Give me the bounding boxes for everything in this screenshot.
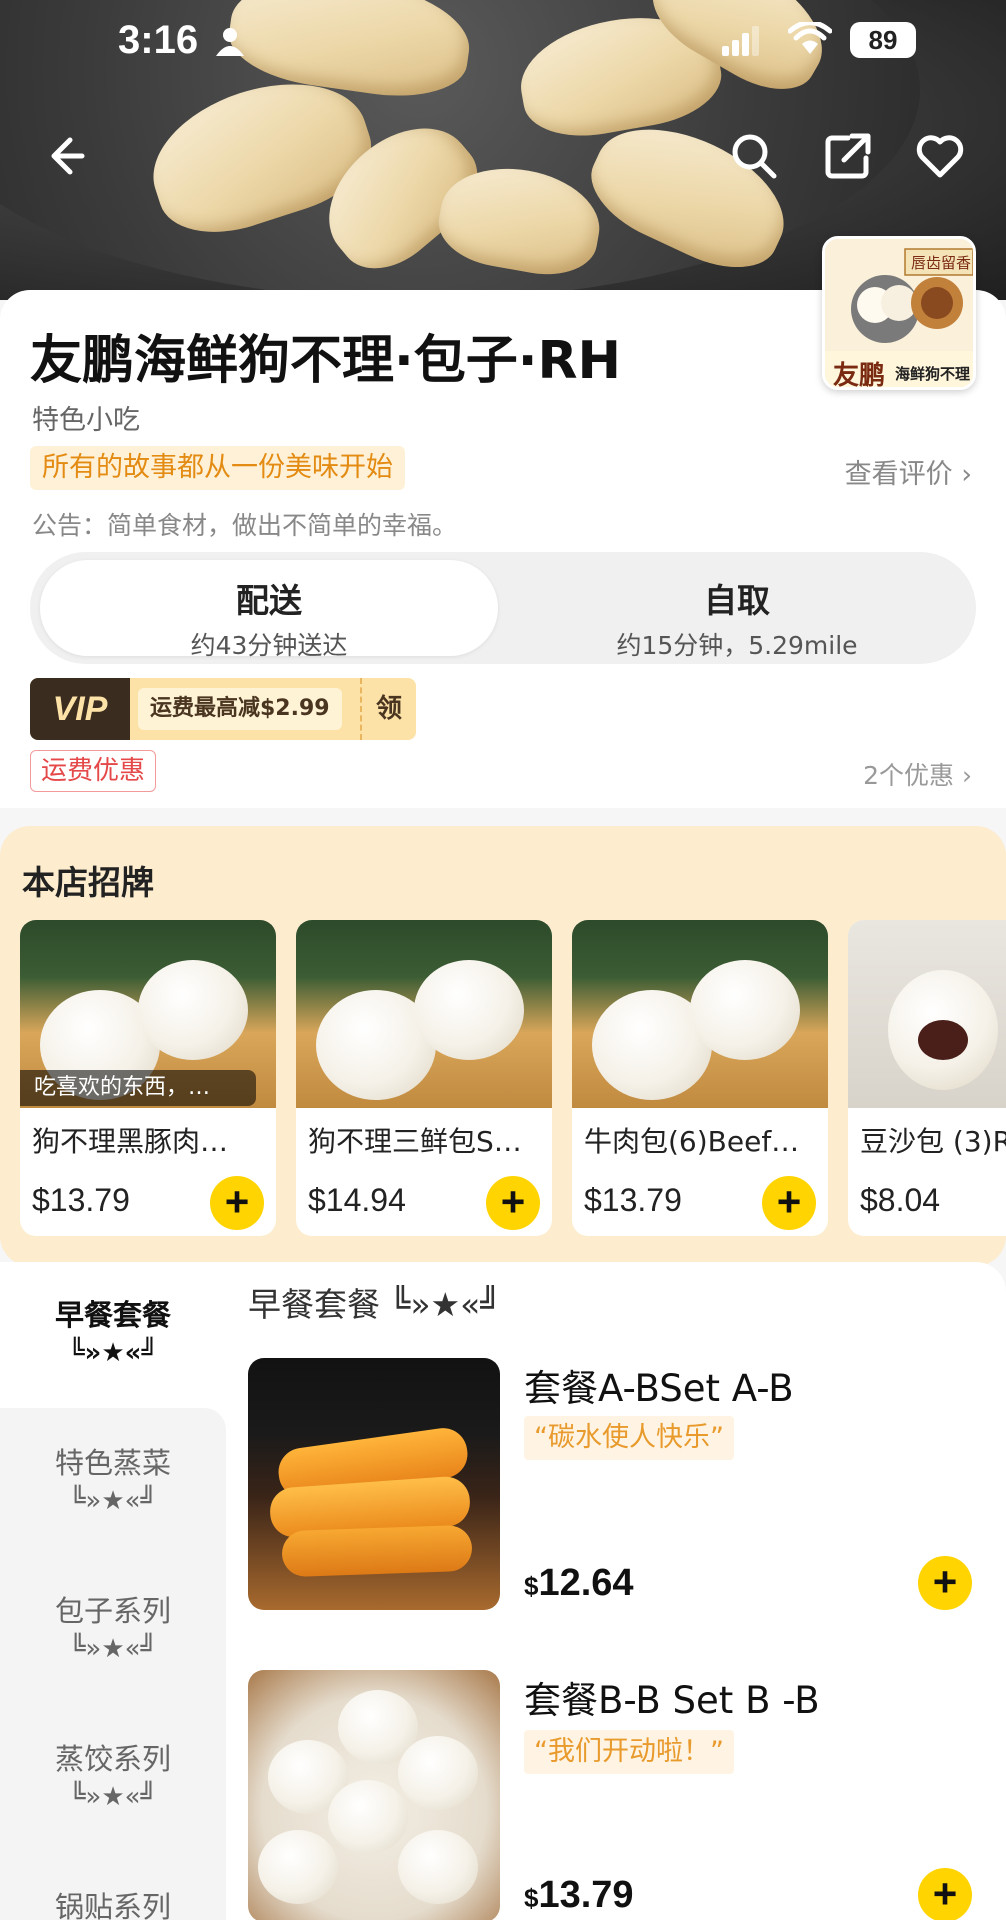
status-bar: 3:16 89 bbox=[0, 0, 1006, 80]
wifi-icon bbox=[788, 22, 832, 54]
signature-item-price: $14.94 bbox=[308, 1182, 406, 1218]
menu-item-name: 套餐A-BSet A-B bbox=[524, 1367, 794, 1410]
signature-item-image bbox=[848, 920, 1006, 1108]
fulfillment-toggle: 配送 约43分钟送达 自取 约15分钟，5.29mile bbox=[30, 552, 976, 664]
price-currency: $ bbox=[524, 1571, 539, 1601]
vip-badge: VIP bbox=[30, 678, 130, 740]
battery-indicator: 89 bbox=[850, 22, 916, 58]
view-reviews-link[interactable]: 查看评价 › bbox=[845, 452, 972, 491]
red-bean-filling bbox=[918, 1020, 968, 1060]
vip-coupon[interactable]: VIP 运费最高减$2.99 领 bbox=[30, 678, 416, 740]
menu-item-price: $13.79 bbox=[524, 1874, 634, 1917]
promotions-link[interactable]: 2个优惠 › bbox=[863, 756, 972, 792]
add-to-cart-button[interactable]: + bbox=[210, 1176, 264, 1230]
bun-shape bbox=[398, 1736, 478, 1810]
bun-shape bbox=[258, 1830, 338, 1904]
shop-logo-text: 友鹏 bbox=[833, 361, 885, 390]
add-to-cart-button[interactable]: + bbox=[918, 1556, 972, 1610]
category-breakfast-set[interactable]: 早餐套餐 ╚»★«╝ bbox=[0, 1262, 226, 1410]
status-time: 3:16 bbox=[118, 18, 199, 62]
bun-shape bbox=[414, 960, 524, 1060]
signature-item[interactable]: 豆沙包 (3)R $8.04 bbox=[848, 920, 1006, 1236]
menu-item-image[interactable] bbox=[248, 1358, 500, 1610]
pickup-eta: 约15分钟，5.29mile bbox=[616, 631, 858, 660]
person-icon bbox=[216, 28, 244, 56]
add-to-cart-button[interactable]: + bbox=[918, 1868, 972, 1920]
bun-shape bbox=[138, 960, 248, 1060]
menu-item-image[interactable] bbox=[248, 1670, 500, 1920]
delivery-fee-discount-tag: 运费优惠 bbox=[30, 750, 157, 792]
category-deco: ╚»★«╝ bbox=[69, 1782, 157, 1812]
signature-title: 本店招牌 bbox=[22, 863, 154, 902]
menu-item-price: $12.64 bbox=[524, 1562, 634, 1605]
search-icon[interactable] bbox=[728, 130, 780, 182]
pickup-option[interactable]: 自取 约15分钟，5.29mile bbox=[508, 560, 966, 660]
add-to-cart-button[interactable]: + bbox=[486, 1176, 540, 1230]
add-to-cart-button[interactable]: + bbox=[762, 1176, 816, 1230]
bun-shape bbox=[690, 960, 800, 1060]
vip-amount: 运费最高减$2.99 bbox=[138, 688, 342, 730]
category-deco: ╚»★«╝ bbox=[69, 1486, 157, 1516]
category-name: 蒸饺系列 bbox=[54, 1742, 171, 1776]
signature-item-name: 狗不理黑豚肉… bbox=[32, 1125, 229, 1158]
menu-section-title: 早餐套餐 ╚»★«╝ bbox=[248, 1285, 501, 1324]
signature-item[interactable]: 狗不理三鲜包S… $14.94 + bbox=[296, 920, 552, 1236]
signature-section: 本店招牌 吃喜欢的东西，… 狗不理黑豚肉… $13.79 + 狗不理三鲜包S… … bbox=[0, 826, 1006, 1266]
shop-slogan: 所有的故事都从一份美味开始 bbox=[30, 446, 405, 490]
pickup-label: 自取 bbox=[704, 581, 770, 620]
signature-item-image bbox=[296, 920, 552, 1108]
delivery-label: 配送 bbox=[236, 581, 302, 620]
delivery-eta: 约43分钟送达 bbox=[190, 631, 348, 660]
signature-item-price: $13.79 bbox=[584, 1182, 682, 1218]
signature-item-price: $13.79 bbox=[32, 1182, 130, 1218]
signature-item-name: 狗不理三鲜包S… bbox=[308, 1125, 522, 1158]
back-arrow-icon[interactable] bbox=[40, 130, 92, 182]
category-deco: ╚»★«╝ bbox=[69, 1634, 157, 1664]
category-buns[interactable]: 包子系列 ╚»★«╝ bbox=[0, 1558, 226, 1706]
shop-logo-sub: 海鲜狗不理 bbox=[895, 365, 970, 383]
bun-shape bbox=[398, 1830, 478, 1904]
category-steamed-dumplings[interactable]: 蒸饺系列 ╚»★«╝ bbox=[0, 1706, 226, 1854]
shop-title: 友鹏海鲜狗不理·包子·RH bbox=[30, 331, 622, 391]
shop-notice: 公告：简单食材，做出不简单的幸福。 bbox=[32, 511, 458, 540]
signature-item-image bbox=[572, 920, 828, 1108]
price-currency: $ bbox=[524, 1883, 539, 1913]
bun-shape bbox=[328, 1780, 408, 1854]
menu-item-tag: “我们开动啦！” bbox=[524, 1730, 734, 1774]
signature-item-price: $8.04 bbox=[860, 1182, 941, 1218]
signature-item-name: 豆沙包 (3)R bbox=[860, 1125, 1006, 1158]
heart-icon[interactable] bbox=[914, 130, 966, 182]
signature-item-name: 牛肉包(6)Beef… bbox=[584, 1125, 800, 1158]
signature-item-overlay: 吃喜欢的东西，… bbox=[20, 1070, 256, 1106]
shop-logo: 友鹏 海鲜狗不理 唇齿留香 bbox=[822, 236, 976, 390]
share-icon[interactable] bbox=[822, 130, 874, 182]
signature-item[interactable]: 吃喜欢的东西，… 狗不理黑豚肉… $13.79 + bbox=[20, 920, 276, 1236]
vip-claim-button[interactable]: 领 bbox=[360, 678, 416, 740]
delivery-option[interactable]: 配送 约43分钟送达 bbox=[40, 560, 498, 660]
shop-logo-tag: 唇齿留香 bbox=[911, 254, 971, 272]
category-potstickers[interactable]: 锅贴系列 bbox=[0, 1854, 226, 1920]
category-name: 锅贴系列 bbox=[54, 1890, 171, 1920]
menu-item-name: 套餐B-B Set B -B bbox=[524, 1679, 820, 1722]
category-steamed-dishes[interactable]: 特色蒸菜 ╚»★«╝ bbox=[0, 1410, 226, 1558]
shop-logo-image: 友鹏 海鲜狗不理 唇齿留香 bbox=[825, 239, 973, 390]
category-name: 早餐套餐 bbox=[54, 1298, 171, 1332]
signature-item[interactable]: 牛肉包(6)Beef… $13.79 + bbox=[572, 920, 828, 1236]
price-value: 12.64 bbox=[538, 1562, 634, 1604]
signal-icon bbox=[722, 26, 759, 56]
menu-item-tag: “碳水使人快乐” bbox=[524, 1416, 734, 1460]
fried-dough-stick bbox=[281, 1524, 473, 1578]
category-name: 包子系列 bbox=[54, 1594, 171, 1628]
price-value: 13.79 bbox=[538, 1874, 634, 1916]
category-deco: ╚»★«╝ bbox=[68, 1338, 158, 1368]
shop-category: 特色小吃 bbox=[32, 405, 140, 436]
category-name: 特色蒸菜 bbox=[54, 1446, 171, 1480]
